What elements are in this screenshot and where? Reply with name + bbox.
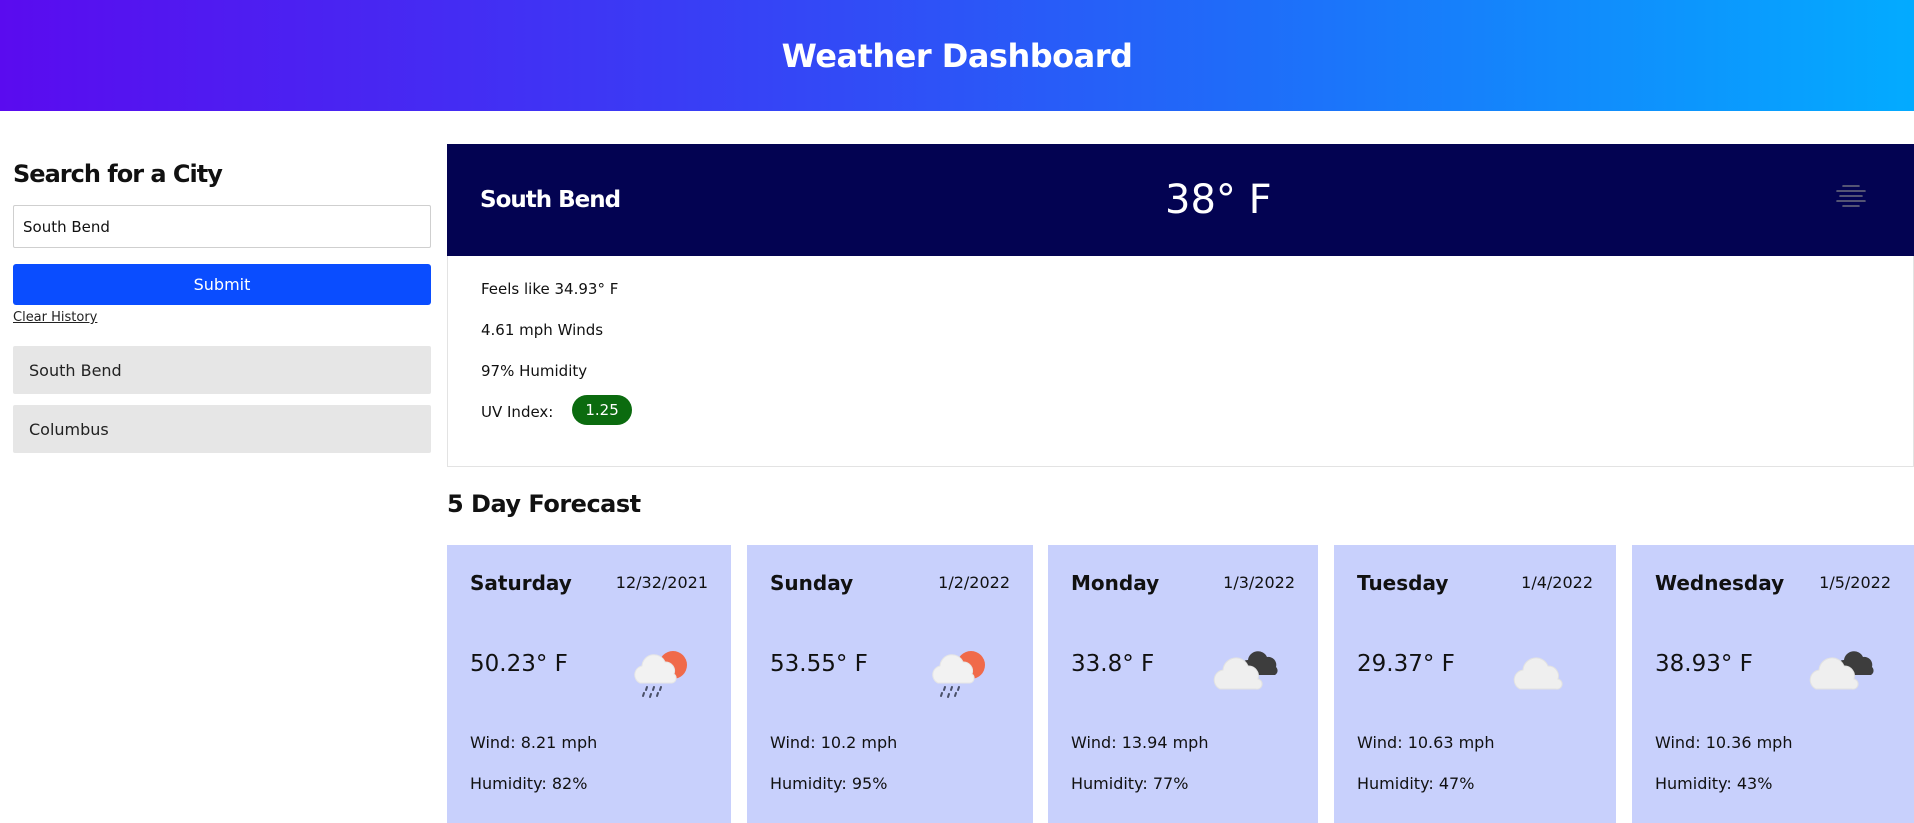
forecast-day: Monday xyxy=(1071,571,1160,595)
fog-icon xyxy=(1836,185,1866,207)
forecast-humidity: Humidity: 82% xyxy=(470,774,588,793)
page-title: Weather Dashboard xyxy=(781,36,1133,75)
forecast-temp: 38.93° F xyxy=(1655,651,1753,677)
forecast-heading: 5 Day Forecast xyxy=(447,490,641,518)
forecast-date: 1/3/2022 xyxy=(1223,573,1295,592)
broken-clouds-icon xyxy=(1213,651,1278,690)
forecast-wind: Wind: 10.2 mph xyxy=(770,733,898,752)
forecast-date: 12/32/2021 xyxy=(615,573,708,592)
current-temperature: 38° F xyxy=(1165,177,1272,223)
history-item-columbus[interactable]: Columbus xyxy=(13,405,431,453)
forecast-day: Wednesday xyxy=(1655,571,1785,595)
uv-index-row: UV Index: 1.25 xyxy=(481,395,1913,444)
search-sidebar: Search for a City Submit Clear History S… xyxy=(13,160,431,464)
forecast-card-tuesday: Tuesday 1/4/2022 29.37° F Wind: 10.63 mp… xyxy=(1334,545,1616,823)
forecast-date: 1/5/2022 xyxy=(1819,573,1891,592)
forecast-temp: 53.55° F xyxy=(770,651,868,677)
forecast-card-monday: Monday 1/3/2022 33.8° F Wind: 13.94 mph … xyxy=(1048,545,1318,823)
forecast-temp: 33.8° F xyxy=(1071,651,1155,677)
current-weather-banner: South Bend 38° F xyxy=(447,144,1914,256)
forecast-card-saturday: Saturday 12/32/2021 50.23° F Wind: 8.21 … xyxy=(447,545,731,823)
rain-sun-icon xyxy=(634,651,687,698)
forecast-humidity: Humidity: 43% xyxy=(1655,774,1773,793)
forecast-humidity: Humidity: 95% xyxy=(770,774,888,793)
forecast-date: 1/4/2022 xyxy=(1521,573,1593,592)
forecast-humidity: Humidity: 77% xyxy=(1071,774,1189,793)
forecast-day: Tuesday xyxy=(1357,571,1449,595)
city-search-input[interactable] xyxy=(13,205,431,248)
rain-sun-icon xyxy=(932,651,985,698)
current-city-name: South Bend xyxy=(480,187,621,213)
wind-text: 4.61 mph Winds xyxy=(481,321,604,339)
current-weather-details: Feels like 34.93° F 4.61 mph Winds 97% H… xyxy=(447,256,1914,467)
forecast-day: Sunday xyxy=(770,571,854,595)
forecast-wind: Wind: 10.63 mph xyxy=(1357,733,1495,752)
forecast-day: Saturday xyxy=(470,571,572,595)
app-header: Weather Dashboard xyxy=(0,0,1914,111)
forecast-humidity: Humidity: 47% xyxy=(1357,774,1475,793)
submit-button[interactable]: Submit xyxy=(13,264,431,305)
history-item-south-bend[interactable]: South Bend xyxy=(13,346,431,394)
search-history-list: South Bend Columbus xyxy=(13,346,431,453)
uv-index-label: UV Index: xyxy=(481,403,554,421)
clear-history-link[interactable]: Clear History xyxy=(13,310,97,325)
forecast-card-wednesday: Wednesday 1/5/2022 38.93° F Wind: 10.36 … xyxy=(1632,545,1914,823)
cloud-icon xyxy=(1513,657,1563,690)
broken-clouds-icon xyxy=(1809,651,1874,690)
forecast-card-sunday: Sunday 1/2/2022 53.55° F Wind: 10.2 mph … xyxy=(747,545,1033,823)
humidity-text: 97% Humidity xyxy=(481,362,588,380)
forecast-wind: Wind: 8.21 mph xyxy=(470,733,598,752)
uv-index-badge: 1.25 xyxy=(572,395,632,425)
feels-like-text: Feels like 34.93° F xyxy=(481,280,619,298)
forecast-wind: Wind: 13.94 mph xyxy=(1071,733,1209,752)
current-weather-panel: South Bend 38° F Feels like 34.93° F 4.6… xyxy=(447,144,1914,467)
forecast-temp: 50.23° F xyxy=(470,651,568,677)
search-heading: Search for a City xyxy=(13,160,223,188)
forecast-temp: 29.37° F xyxy=(1357,651,1455,677)
forecast-date: 1/2/2022 xyxy=(938,573,1010,592)
forecast-wind: Wind: 10.36 mph xyxy=(1655,733,1793,752)
